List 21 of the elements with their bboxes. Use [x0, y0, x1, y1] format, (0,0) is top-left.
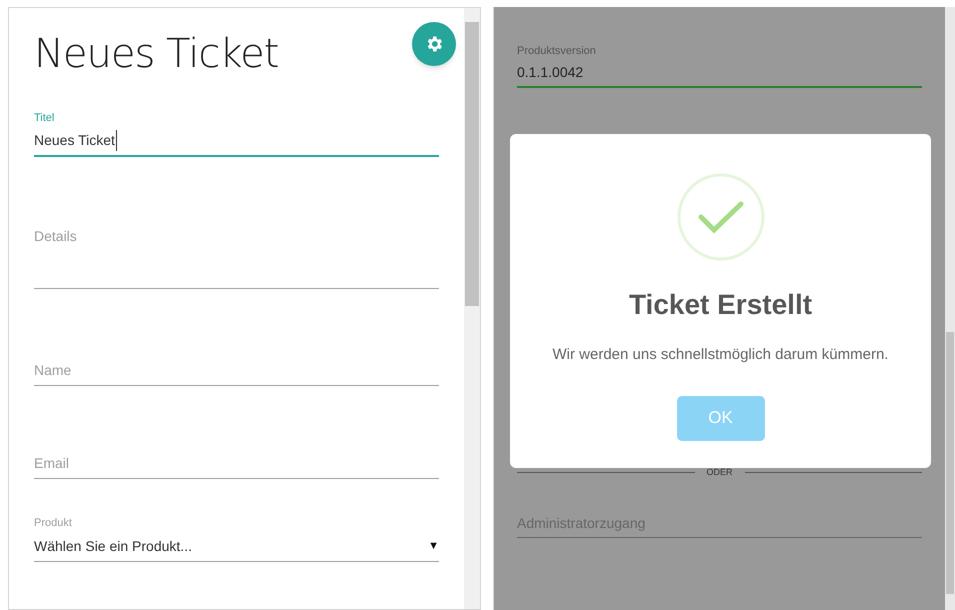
field-label: Produktsversion [517, 44, 597, 59]
settings-button[interactable] [412, 22, 456, 66]
ok-button[interactable]: OK [676, 396, 764, 440]
divider-label: ODER [706, 466, 733, 479]
field-label: Titel [34, 111, 56, 126]
scrollbar[interactable] [945, 7, 955, 610]
dialog-message: Wir werden uns schnellstmöglich darum kümmern. [552, 345, 888, 365]
caret-icon: ▼ [428, 538, 439, 554]
input-field[interactable]: Details [34, 221, 439, 289]
input-field[interactable]: Name [34, 355, 439, 386]
field-label: Produkt [34, 516, 73, 531]
product-select[interactable]: Wählen Sie ein Produkt... ▼ [34, 531, 439, 562]
input-field[interactable]: Email [34, 448, 439, 479]
dialog-title: Ticket Erstellt [628, 288, 812, 322]
success-check-icon [676, 172, 766, 262]
input-field[interactable]: Neues Ticket [34, 126, 439, 157]
scroll-thumb[interactable] [946, 332, 954, 594]
page-title: Neues Ticket [34, 30, 278, 79]
scrollbar[interactable] [464, 8, 480, 609]
input-field[interactable]: 0.1.1.0042 [517, 59, 922, 88]
scroll-thumb[interactable] [465, 22, 479, 306]
